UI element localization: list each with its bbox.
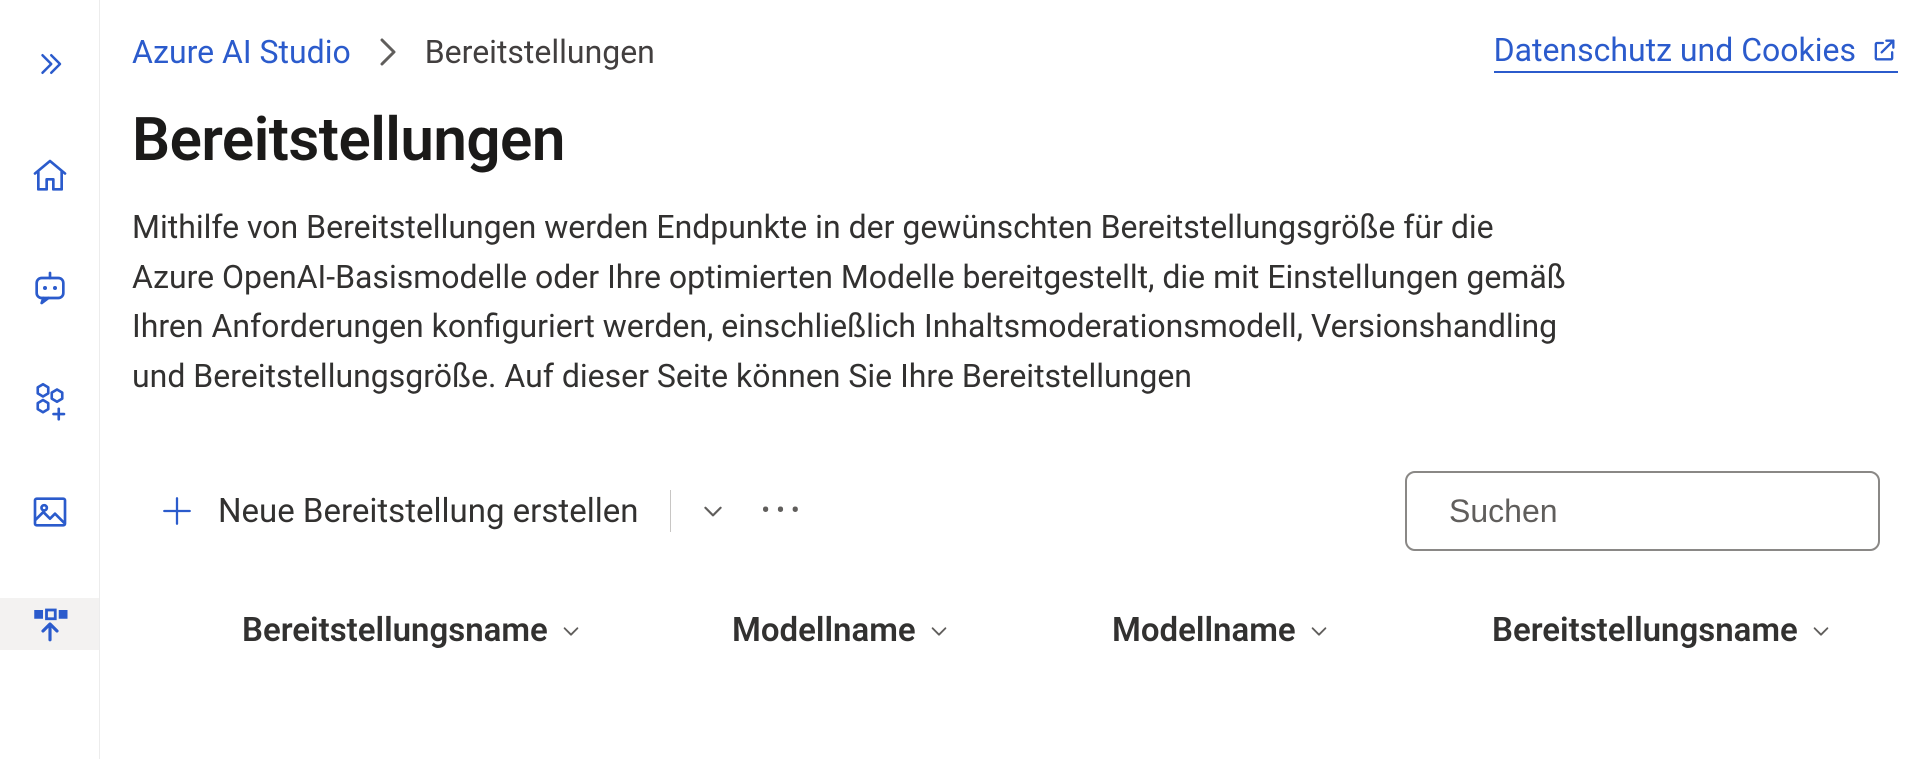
column-header-label: Modellname [732,611,916,650]
sidebar-expand-button[interactable] [0,38,99,90]
new-deployment-button[interactable]: Neue Bereitstellung erstellen [132,486,652,537]
chevron-right-icon [379,37,397,67]
sidebar [0,0,100,759]
toolbar: Neue Bereitstellung erstellen ••• [132,471,1908,551]
toolbar-left: Neue Bereitstellung erstellen ••• [132,486,823,537]
home-icon [30,156,70,196]
bot-icon [30,268,70,308]
breadcrumb: Azure AI Studio Bereitstellungen [132,33,655,71]
sidebar-item-images[interactable] [0,486,99,538]
chevron-double-right-icon [35,49,65,79]
chevron-down-icon [560,620,582,642]
search-box[interactable] [1405,471,1880,551]
column-header-model-name-1[interactable]: Modellname [732,611,1112,650]
column-header-label: Modellname [1112,611,1296,650]
breadcrumb-root-link[interactable]: Azure AI Studio [132,33,351,71]
chevron-down-icon [1810,620,1832,642]
breadcrumb-current: Bereitstellungen [425,33,655,71]
new-deployment-label: Neue Bereitstellung erstellen [218,492,638,531]
sidebar-item-deployments[interactable] [0,598,99,650]
privacy-cookies-link[interactable]: Datenschutz und Cookies [1494,31,1898,73]
chevron-down-icon [700,498,726,524]
column-header-deployment-name[interactable]: Bereitstellungsname [242,611,732,650]
column-header-label: Bereitstellungsname [1492,611,1798,650]
ellipsis-icon: ••• [761,496,805,526]
sidebar-item-chat[interactable] [0,262,99,314]
sidebar-item-home[interactable] [0,150,99,202]
plus-icon [160,494,194,528]
chevron-down-icon [1308,620,1330,642]
deploy-icon [29,603,71,645]
new-deployment-dropdown[interactable] [683,487,743,535]
column-header-label: Bereitstellungsname [242,611,548,650]
toolbar-divider [670,490,671,532]
column-header-deployment-name-2[interactable]: Bereitstellungsname [1492,611,1832,650]
breadcrumb-row: Azure AI Studio Bereitstellungen Datensc… [132,0,1908,84]
privacy-cookies-label: Datenschutz und Cookies [1494,31,1856,69]
main-content: Azure AI Studio Bereitstellungen Datensc… [100,0,1920,759]
page-title: Bereitstellungen [132,104,1908,175]
image-icon [30,492,70,532]
chevron-down-icon [928,620,950,642]
column-header-model-name-2[interactable]: Modellname [1112,611,1492,650]
page-description: Mithilfe von Bereitstellungen werden End… [132,203,1582,401]
sidebar-item-models[interactable] [0,374,99,426]
more-actions-button[interactable]: ••• [743,487,823,535]
external-link-icon [1870,36,1898,64]
table-header-row: Bereitstellungsname Modellname Modellnam… [132,611,1908,650]
hexagons-icon [29,379,71,421]
search-input[interactable] [1447,492,1871,531]
